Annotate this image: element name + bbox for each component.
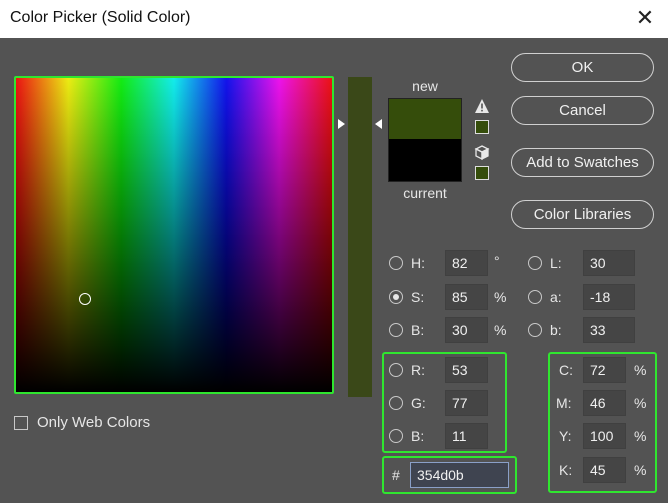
h-label: H: bbox=[411, 255, 425, 271]
radio-r[interactable] bbox=[389, 363, 403, 377]
radio-lab-b[interactable] bbox=[528, 323, 542, 337]
lab-b-input[interactable]: 33 bbox=[583, 317, 635, 343]
l-input[interactable]: 30 bbox=[583, 250, 635, 276]
hex-input[interactable]: 354d0b bbox=[410, 462, 509, 488]
new-color-swatch bbox=[388, 98, 462, 139]
r-label: R: bbox=[411, 362, 425, 378]
r-input[interactable]: 53 bbox=[445, 357, 488, 383]
gamut-swatch[interactable] bbox=[475, 120, 489, 134]
color-slider[interactable] bbox=[348, 77, 372, 397]
radio-rgb-b[interactable] bbox=[389, 429, 403, 443]
h-unit: ° bbox=[494, 253, 500, 269]
h-input[interactable]: 82 bbox=[445, 250, 488, 276]
web-safe-swatch[interactable] bbox=[475, 166, 489, 180]
radio-h[interactable] bbox=[389, 256, 403, 270]
s-label: S: bbox=[411, 289, 425, 305]
radio-s[interactable] bbox=[389, 290, 403, 304]
new-label: new bbox=[412, 78, 438, 94]
only-web-colors-label: Only Web Colors bbox=[37, 414, 151, 431]
g-input[interactable]: 77 bbox=[445, 390, 488, 416]
lab-b-label: b: bbox=[550, 322, 562, 338]
c-label: C: bbox=[559, 362, 573, 378]
g-label: G: bbox=[411, 395, 426, 411]
color-field-cursor[interactable] bbox=[79, 293, 91, 305]
current-label: current bbox=[403, 185, 447, 201]
m-input[interactable]: 46 bbox=[583, 390, 626, 416]
s-input[interactable]: 85 bbox=[445, 284, 488, 310]
current-color-swatch[interactable] bbox=[388, 139, 462, 182]
radio-a[interactable] bbox=[528, 290, 542, 304]
l-label: L: bbox=[550, 255, 562, 271]
only-web-colors-checkbox[interactable] bbox=[14, 416, 28, 430]
rgb-b-input[interactable]: 11 bbox=[445, 423, 488, 449]
ok-button[interactable]: OK bbox=[511, 53, 654, 82]
slider-handle-left-icon[interactable] bbox=[338, 119, 345, 129]
hex-label: # bbox=[392, 467, 400, 483]
cancel-button[interactable]: Cancel bbox=[511, 96, 654, 125]
window-title: Color Picker (Solid Color) bbox=[10, 9, 191, 26]
s-unit: % bbox=[494, 289, 507, 305]
radio-l[interactable] bbox=[528, 256, 542, 270]
title-bar: Color Picker (Solid Color) ✕ bbox=[0, 0, 668, 38]
y-input[interactable]: 100 bbox=[583, 423, 626, 449]
y-label: Y: bbox=[559, 428, 572, 444]
m-label: M: bbox=[556, 395, 572, 411]
radio-b[interactable] bbox=[389, 323, 403, 337]
m-unit: % bbox=[634, 395, 647, 411]
hsb-b-label: B: bbox=[411, 322, 425, 338]
add-to-swatches-button[interactable]: Add to Swatches bbox=[511, 148, 654, 177]
slider-handle-right-icon[interactable] bbox=[375, 119, 382, 129]
k-label: K: bbox=[559, 462, 573, 478]
close-icon[interactable]: ✕ bbox=[630, 2, 660, 34]
a-input[interactable]: -18 bbox=[583, 284, 635, 310]
a-label: a: bbox=[550, 289, 562, 305]
k-unit: % bbox=[634, 462, 647, 478]
hsb-b-input[interactable]: 30 bbox=[445, 317, 488, 343]
c-input[interactable]: 72 bbox=[583, 357, 626, 383]
cube-icon[interactable] bbox=[474, 145, 490, 161]
k-input[interactable]: 45 bbox=[583, 457, 626, 483]
c-unit: % bbox=[634, 362, 647, 378]
rgb-b-label: B: bbox=[411, 428, 425, 444]
radio-g[interactable] bbox=[389, 396, 403, 410]
warning-triangle-icon[interactable] bbox=[474, 98, 490, 114]
hsb-b-unit: % bbox=[494, 322, 507, 338]
color-field[interactable] bbox=[14, 76, 334, 394]
y-unit: % bbox=[634, 428, 647, 444]
color-libraries-button[interactable]: Color Libraries bbox=[511, 200, 654, 229]
